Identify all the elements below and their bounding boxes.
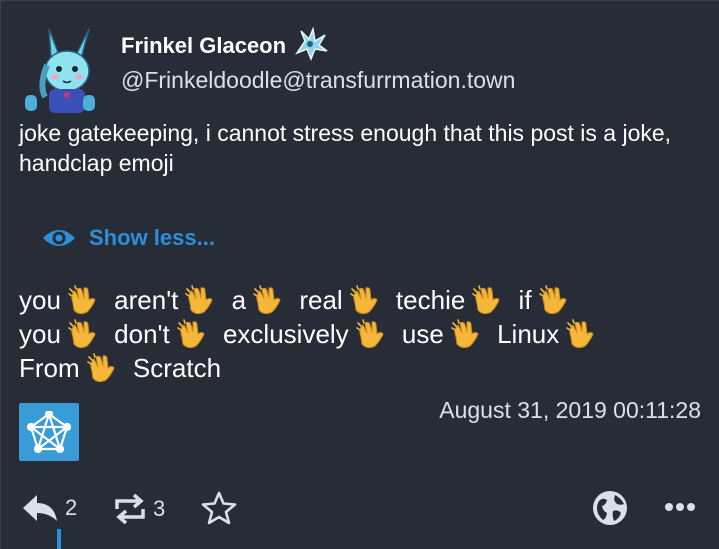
fediverse-icon[interactable]	[19, 403, 79, 461]
clapping-hands-emoji-icon	[67, 319, 99, 349]
clapping-hands-emoji-icon	[67, 285, 99, 315]
clapping-hands-emoji-icon	[471, 285, 503, 315]
post-timestamp[interactable]: August 31, 2019 00:11:28	[439, 397, 701, 424]
account-handle[interactable]: @Frinkeldoodle@transfurrmation.town	[121, 67, 515, 94]
body-word: use	[401, 319, 444, 349]
body-word: real	[299, 285, 343, 315]
body-word: you	[19, 285, 61, 315]
body-word: you	[19, 319, 61, 349]
reply-icon	[23, 495, 57, 521]
clapping-hands-emoji-icon	[184, 285, 216, 315]
content-warning: joke gatekeeping, i cannot stress enough…	[19, 120, 672, 176]
clapping-hands-emoji-icon	[349, 285, 381, 315]
boost-count: 3	[153, 496, 166, 521]
ice-creature-emoji-icon	[291, 26, 329, 62]
clapping-hands-emoji-icon	[450, 319, 482, 349]
body-word: Linux	[497, 319, 560, 349]
visibility-button[interactable]	[591, 489, 629, 527]
body-word: From	[19, 353, 80, 383]
avatar[interactable]	[19, 25, 99, 115]
post-body: you aren't a real techie if you don't ex…	[19, 283, 679, 385]
clapping-hands-emoji-icon	[565, 319, 597, 349]
clapping-hands-emoji-icon	[538, 285, 570, 315]
body-word: Scratch	[132, 353, 222, 383]
body-word: if	[518, 285, 532, 315]
favourite-button[interactable]	[201, 491, 237, 525]
clapping-hands-emoji-icon	[252, 285, 284, 315]
body-word: a	[231, 285, 247, 315]
reply-thread-indicator	[57, 529, 61, 549]
show-less-label: Show less...	[89, 225, 215, 250]
more-icon	[665, 503, 695, 511]
boost-button[interactable]: 3	[113, 493, 165, 525]
globe-icon	[593, 491, 627, 525]
clapping-hands-emoji-icon	[355, 319, 387, 349]
reply-count: 2	[65, 495, 78, 520]
display-name[interactable]: Frinkel Glaceon	[121, 33, 286, 59]
show-less-button[interactable]: Show less...	[41, 223, 215, 253]
action-bar: 2 3	[1, 481, 719, 541]
star-icon	[201, 491, 237, 525]
body-word: don't	[114, 319, 170, 349]
boost-icon	[115, 493, 145, 525]
more-button[interactable]	[663, 495, 697, 519]
reply-button[interactable]: 2	[21, 493, 77, 523]
clapping-hands-emoji-icon	[176, 319, 208, 349]
body-word: techie	[395, 285, 466, 315]
body-word: aren't	[114, 285, 179, 315]
body-word: exclusively	[222, 319, 349, 349]
clapping-hands-emoji-icon	[86, 353, 118, 383]
eye-icon	[43, 230, 75, 246]
